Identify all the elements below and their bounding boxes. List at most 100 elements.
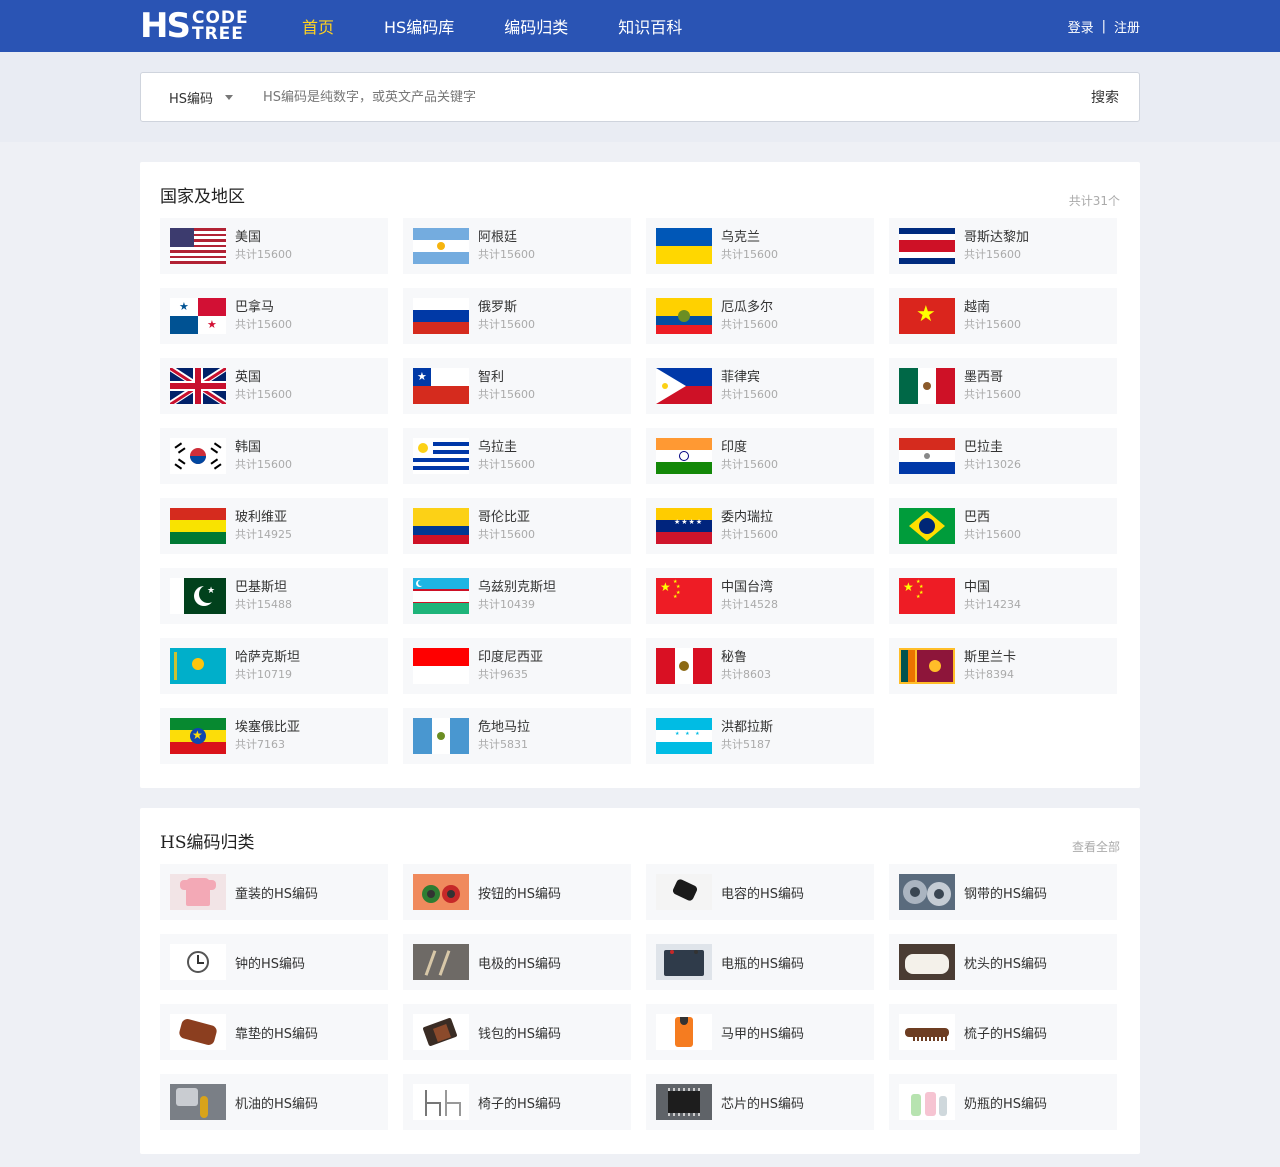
country-card[interactable]: 危地马拉 共计5831 (403, 708, 631, 764)
hs-category-card[interactable]: 梳子的HS编码 (889, 1004, 1117, 1060)
hs-category-card[interactable]: 靠垫的HS编码 (160, 1004, 388, 1060)
country-text: 美国 共计15600 (235, 229, 292, 263)
hs-category-card[interactable]: 童装的HS编码 (160, 864, 388, 920)
country-name: 阿根廷 (478, 230, 518, 245)
country-name: 巴西 (964, 510, 991, 525)
hs-category-name: 枕头的HS编码 (964, 956, 1048, 972)
nav-home[interactable]: 首页 (302, 14, 334, 38)
countries-panel: 国家及地区 共计31个 美国 共计15600 阿根廷 共计15600 乌克兰 共计1560… (140, 162, 1140, 788)
country-card[interactable]: ★ ★ ★ ★ ★ 中国台湾 共计14528 (646, 568, 874, 624)
hs-category-card[interactable]: 奶瓶的HS编码 (889, 1074, 1117, 1130)
search-section: HS编码 搜索 (0, 52, 1280, 142)
wallet-icon (413, 1014, 469, 1050)
country-name: 危地马拉 (478, 720, 531, 735)
search-type-dropdown[interactable]: HS编码 (169, 88, 234, 107)
country-count: 共计15600 (964, 388, 1021, 401)
hs-category-card[interactable]: 电极的HS编码 (403, 934, 631, 990)
country-card[interactable]: 巴西 共计15600 (889, 498, 1117, 554)
country-card[interactable]: 印度 共计15600 (646, 428, 874, 484)
hs-category-card[interactable]: 枕头的HS编码 (889, 934, 1117, 990)
country-card[interactable]: ★ ★ ★ ★ ★ 中国 共计14234 (889, 568, 1117, 624)
country-card[interactable]: 美国 共计15600 (160, 218, 388, 274)
uruguay-flag-icon (413, 438, 469, 474)
logo-mark: HS (140, 6, 191, 46)
country-card[interactable]: ★ ★ ★ 洪都拉斯 共计5187 (646, 708, 874, 764)
country-name: 秘鲁 (721, 650, 748, 665)
hs-category-card[interactable]: 钢带的HS编码 (889, 864, 1117, 920)
country-name: 印度 (721, 440, 748, 455)
country-text: 英国 共计15600 (235, 369, 292, 403)
country-card[interactable]: ★ 巴基斯坦 共计15488 (160, 568, 388, 624)
country-card[interactable]: ★ 智利 共计15600 (403, 358, 631, 414)
hs-category-card[interactable]: 按钮的HS编码 (403, 864, 631, 920)
search-button[interactable]: 搜索 (1091, 73, 1119, 123)
country-name: 哈萨克斯坦 (235, 650, 301, 665)
hs-category-card[interactable]: 机油的HS编码 (160, 1074, 388, 1130)
country-text: 厄瓜多尔 共计15600 (721, 299, 778, 333)
hs-category-card[interactable]: 椅子的HS编码 (403, 1074, 631, 1130)
india-flag-icon (656, 438, 712, 474)
country-card[interactable]: ★ ★ 巴拿马 共计15600 (160, 288, 388, 344)
hs-category-name: 钟的HS编码 (235, 956, 306, 972)
view-all-link[interactable]: 查看全部 (1072, 838, 1120, 855)
country-text: 委内瑞拉 共计15600 (721, 509, 778, 543)
country-name: 韩国 (235, 440, 262, 455)
country-text: 巴基斯坦 共计15488 (235, 579, 292, 613)
nav-code-classification[interactable]: 编码归类 (504, 14, 568, 38)
country-card[interactable]: 俄罗斯 共计15600 (403, 288, 631, 344)
country-card[interactable]: 菲律宾 共计15600 (646, 358, 874, 414)
country-card[interactable]: 哈萨克斯坦 共计10719 (160, 638, 388, 694)
country-count: 共计14234 (964, 598, 1021, 611)
hs-category-card[interactable]: 电瓶的HS编码 (646, 934, 874, 990)
country-name: 俄罗斯 (478, 300, 518, 315)
nav-knowledge-base[interactable]: 知识百科 (618, 14, 682, 38)
register-link[interactable]: 注册 (1114, 17, 1140, 36)
country-card[interactable]: ★★★★ 委内瑞拉 共计15600 (646, 498, 874, 554)
country-name: 印度尼西亚 (478, 650, 544, 665)
country-count: 共计15600 (964, 248, 1021, 261)
country-card[interactable]: 斯里兰卡 共计8394 (889, 638, 1117, 694)
country-name: 洪都拉斯 (721, 720, 774, 735)
auth-links: 登录 | 注册 (1068, 0, 1140, 52)
srilanka-flag-icon (899, 648, 955, 684)
country-text: 哥斯达黎加 共计15600 (964, 229, 1029, 263)
country-card[interactable]: 墨西哥 共计15600 (889, 358, 1117, 414)
country-text: 俄罗斯 共计15600 (478, 299, 535, 333)
chevron-down-icon (225, 94, 234, 100)
login-link[interactable]: 登录 (1068, 17, 1094, 36)
hs-category-name: 电瓶的HS编码 (721, 956, 805, 972)
panama-flag-icon: ★ ★ (170, 298, 226, 334)
steel-strip-icon (899, 874, 955, 910)
country-name: 中国 (964, 580, 991, 595)
hs-code-tree-logo[interactable]: HS CODE TREE (140, 8, 255, 44)
country-count: 共计15600 (235, 388, 292, 401)
nav-hs-code-library[interactable]: HS编码库 (384, 14, 454, 38)
country-card[interactable]: 玻利维亚 共计14925 (160, 498, 388, 554)
country-card[interactable]: ★ 越南 共计15600 (889, 288, 1117, 344)
country-card[interactable]: 英国 共计15600 (160, 358, 388, 414)
country-card[interactable]: 乌拉圭 共计15600 (403, 428, 631, 484)
country-card[interactable]: 秘鲁 共计8603 (646, 638, 874, 694)
hs-category-card[interactable]: 钟的HS编码 (160, 934, 388, 990)
country-card[interactable]: 乌克兰 共计15600 (646, 218, 874, 274)
korea-flag-icon (170, 438, 226, 474)
country-card[interactable]: 阿根廷 共计15600 (403, 218, 631, 274)
country-card[interactable]: 厄瓜多尔 共计15600 (646, 288, 874, 344)
country-card[interactable]: 哥斯达黎加 共计15600 (889, 218, 1117, 274)
country-text: 墨西哥 共计15600 (964, 369, 1021, 403)
hs-category-card[interactable]: 马甲的HS编码 (646, 1004, 874, 1060)
argentina-flag-icon (413, 228, 469, 264)
hs-category-card[interactable]: 钱包的HS编码 (403, 1004, 631, 1060)
hs-category-card[interactable]: 电容的HS编码 (646, 864, 874, 920)
country-card[interactable]: 韩国 共计15600 (160, 428, 388, 484)
country-card[interactable]: 巴拉圭 共计13026 (889, 428, 1117, 484)
hs-category-name: 按钮的HS编码 (478, 886, 562, 902)
country-card[interactable]: ★ 埃塞俄比亚 共计7163 (160, 708, 388, 764)
hs-category-card[interactable]: 芯片的HS编码 (646, 1074, 874, 1130)
search-input[interactable] (263, 89, 1024, 105)
country-card[interactable]: 哥伦比亚 共计15600 (403, 498, 631, 554)
indonesia-flag-icon (413, 648, 469, 684)
country-card[interactable]: 印度尼西亚 共计9635 (403, 638, 631, 694)
country-card[interactable]: 乌兹别克斯坦 共计10439 (403, 568, 631, 624)
colombia-flag-icon (413, 508, 469, 544)
